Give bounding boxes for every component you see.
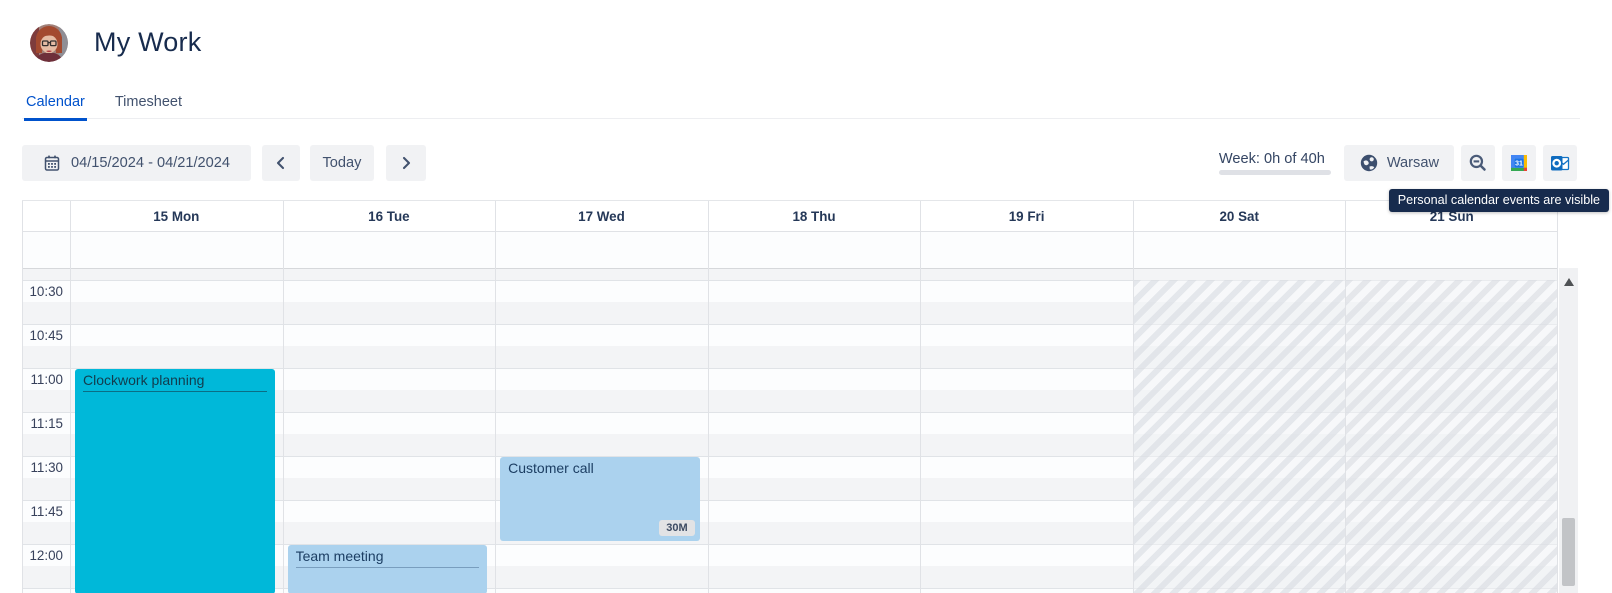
time-gutter-spacer — [22, 232, 70, 268]
timezone-label: Warsaw — [1387, 155, 1439, 171]
time-label: 11:00 — [22, 372, 63, 387]
previous-week-button[interactable] — [262, 145, 300, 181]
day-header: 18 Thu — [708, 209, 921, 224]
all-day-cell[interactable] — [708, 232, 921, 268]
event[interactable]: Customer call 30M — [500, 457, 700, 541]
outlook-icon — [1549, 152, 1571, 174]
tab-calendar[interactable]: Calendar — [24, 94, 87, 121]
date-range-button[interactable]: 04/15/2024 - 04/21/2024 — [22, 145, 251, 181]
day-header: 17 Wed — [495, 209, 708, 224]
calendar-icon — [43, 154, 61, 172]
today-button[interactable]: Today — [310, 145, 374, 181]
time-label: 11:15 — [22, 416, 63, 431]
scroll-up-arrow-icon[interactable] — [1564, 278, 1574, 286]
time-row[interactable]: 10:45 — [22, 324, 1558, 368]
time-label: 10:30 — [22, 284, 63, 299]
calendar-grid[interactable]: 10:3010:4511:0011:1511:3011:4512:0012:15… — [22, 269, 1558, 593]
day-header: 19 Fri — [920, 209, 1133, 224]
week-progress-bar — [1219, 170, 1331, 175]
chevron-right-icon — [399, 156, 413, 170]
day-header: 20 Sat — [1133, 209, 1346, 224]
column-divider — [283, 201, 284, 593]
tabs: Calendar Timesheet — [24, 94, 184, 121]
all-day-cell[interactable] — [70, 232, 283, 268]
column-divider — [708, 201, 709, 593]
google-calendar-icon: 31 — [1508, 152, 1530, 174]
column-divider — [1133, 201, 1134, 593]
time-label: 10:45 — [22, 328, 63, 343]
all-day-row — [22, 232, 1558, 269]
tooltip: Personal calendar events are visible — [1389, 189, 1609, 212]
avatar — [30, 24, 68, 62]
column-divider — [1557, 201, 1558, 593]
event-title-underline — [83, 391, 267, 392]
chevron-left-icon — [274, 156, 288, 170]
date-range-label: 04/15/2024 - 04/21/2024 — [71, 155, 230, 171]
all-day-cell[interactable] — [1345, 232, 1558, 268]
time-row[interactable]: 10:30 — [22, 280, 1558, 324]
tabs-divider — [22, 118, 1580, 119]
partial-time-row — [22, 269, 1558, 280]
event[interactable]: Clockwork planning — [75, 369, 275, 593]
tab-timesheet[interactable]: Timesheet — [113, 94, 184, 121]
all-day-cell[interactable] — [495, 232, 708, 268]
page-title: My Work — [94, 27, 201, 58]
outlook-toggle-button[interactable] — [1543, 145, 1577, 181]
zoom-out-button[interactable] — [1461, 145, 1495, 181]
google-calendar-badge: 31 — [1515, 161, 1523, 168]
my-work-page: My Work Calendar Timesheet 04/15/2024 - 0… — [0, 0, 1612, 593]
globe-icon — [1359, 153, 1379, 173]
day-header-row: 15 Mon16 Tue17 Wed18 Thu19 Fri20 Sat21 S… — [22, 201, 1558, 232]
column-divider — [22, 201, 23, 593]
column-divider — [920, 201, 921, 593]
time-label: 11:45 — [22, 504, 63, 519]
event[interactable]: Team meeting — [288, 545, 488, 593]
zoom-out-icon — [1468, 153, 1488, 173]
toolbar-right: Week: 0h of 40h Warsaw — [1219, 145, 1577, 181]
column-divider — [70, 201, 71, 593]
vertical-scrollbar[interactable] — [1559, 268, 1578, 593]
day-header: 15 Mon — [70, 209, 283, 224]
timezone-button[interactable]: Warsaw — [1344, 145, 1454, 181]
event-title-underline — [296, 567, 480, 568]
scrollbar-thumb[interactable] — [1562, 518, 1575, 586]
all-day-cell[interactable] — [1133, 232, 1346, 268]
week-summary-text: Week: 0h of 40h — [1219, 151, 1325, 167]
time-label: 12:00 — [22, 548, 63, 563]
week-summary: Week: 0h of 40h — [1219, 151, 1331, 175]
calendar-week-view: 15 Mon16 Tue17 Wed18 Thu19 Fri20 Sat21 S… — [22, 200, 1558, 593]
column-divider — [495, 201, 496, 593]
time-label: 11:30 — [22, 460, 63, 475]
event-title: Clockwork planning — [83, 372, 267, 388]
avatar-photo — [30, 24, 68, 62]
google-calendar-toggle-button[interactable]: 31 — [1502, 145, 1536, 181]
event-title: Customer call — [508, 460, 692, 476]
day-header: 16 Tue — [283, 209, 496, 224]
column-divider — [1345, 201, 1346, 593]
all-day-cell[interactable] — [283, 232, 496, 268]
event-title: Team meeting — [296, 548, 480, 564]
all-day-cell[interactable] — [920, 232, 1133, 268]
event-duration-badge: 30M — [659, 520, 694, 536]
next-week-button[interactable] — [386, 145, 426, 181]
